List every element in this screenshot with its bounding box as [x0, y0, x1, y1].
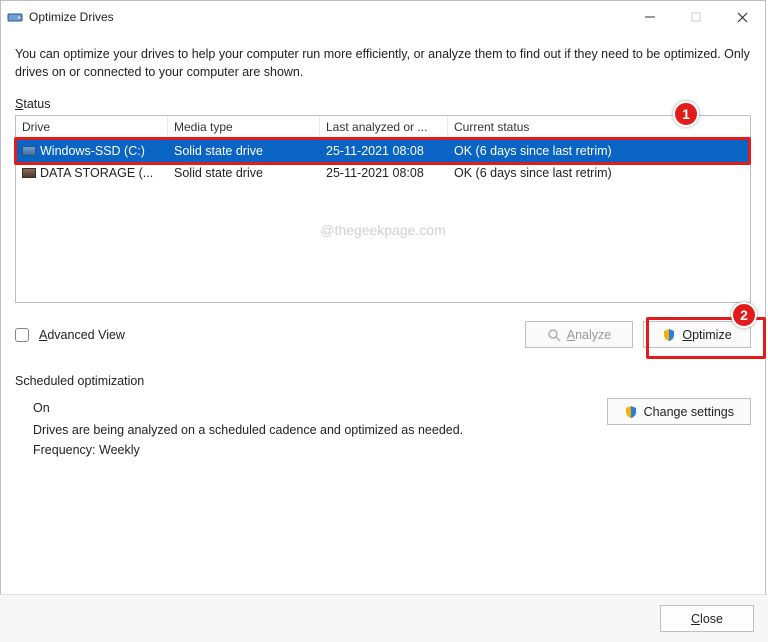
- close-button[interactable]: [719, 1, 765, 33]
- advanced-view-label: Advanced View: [39, 328, 125, 342]
- table-header: Drive Media type Last analyzed or ... Cu…: [16, 116, 750, 140]
- app-icon: [7, 9, 23, 25]
- window-controls: [627, 1, 765, 33]
- analyze-button[interactable]: Analyze: [525, 321, 633, 348]
- content-area: You can optimize your drives to help you…: [1, 33, 765, 472]
- scheduled-desc: Drives are being analyzed on a scheduled…: [33, 420, 587, 440]
- titlebar: Optimize Drives: [1, 1, 765, 33]
- below-table-bar: Advanced View Analyze Optimize: [15, 321, 751, 348]
- window-title: Optimize Drives: [29, 10, 627, 24]
- table-row[interactable]: Windows-SSD (C:) Solid state drive 25-11…: [16, 140, 750, 162]
- minimize-button[interactable]: [627, 1, 673, 33]
- analyze-icon: [547, 328, 561, 342]
- optimize-drives-window: Optimize Drives You can optimize your dr…: [0, 0, 766, 640]
- col-analyzed[interactable]: Last analyzed or ...: [320, 116, 448, 139]
- media-cell: Solid state drive: [168, 166, 320, 180]
- scheduled-freq: Frequency: Weekly: [33, 440, 587, 460]
- drives-table: Drive Media type Last analyzed or ... Cu…: [15, 115, 751, 303]
- scheduled-text: On Drives are being analyzed on a schedu…: [33, 398, 587, 460]
- drive-icon: [22, 168, 36, 178]
- col-drive[interactable]: Drive: [16, 116, 168, 139]
- drive-icon: [22, 146, 36, 156]
- status-cell: OK (6 days since last retrim): [448, 144, 750, 158]
- drive-name-cell: Windows-SSD (C:): [16, 144, 168, 158]
- analyzed-cell: 25-11-2021 08:08: [320, 166, 448, 180]
- watermark-text: @thegeekpage.com: [320, 222, 446, 238]
- drives-table-wrap: Drive Media type Last analyzed or ... Cu…: [15, 115, 751, 348]
- scheduled-section: On Drives are being analyzed on a schedu…: [15, 398, 751, 460]
- drive-name-cell: DATA STORAGE (...: [16, 166, 168, 180]
- scheduled-on-label: On: [33, 398, 587, 418]
- dialog-footer: Close: [0, 594, 768, 642]
- media-cell: Solid state drive: [168, 144, 320, 158]
- optimize-button[interactable]: Optimize: [643, 321, 751, 348]
- close-dialog-button[interactable]: Close: [660, 605, 754, 632]
- scheduled-optimization-header: Scheduled optimization: [15, 374, 751, 388]
- shield-icon: [662, 328, 676, 342]
- status-label: Status: [15, 97, 751, 111]
- col-status[interactable]: Current status: [448, 116, 750, 139]
- change-settings-button[interactable]: Change settings: [607, 398, 751, 425]
- shield-icon: [624, 405, 638, 419]
- description-text: You can optimize your drives to help you…: [15, 45, 751, 81]
- advanced-view-checkbox[interactable]: [15, 328, 29, 342]
- analyzed-cell: 25-11-2021 08:08: [320, 144, 448, 158]
- maximize-button[interactable]: [673, 1, 719, 33]
- col-media[interactable]: Media type: [168, 116, 320, 139]
- table-row[interactable]: DATA STORAGE (... Solid state drive 25-1…: [16, 162, 750, 184]
- status-cell: OK (6 days since last retrim): [448, 166, 750, 180]
